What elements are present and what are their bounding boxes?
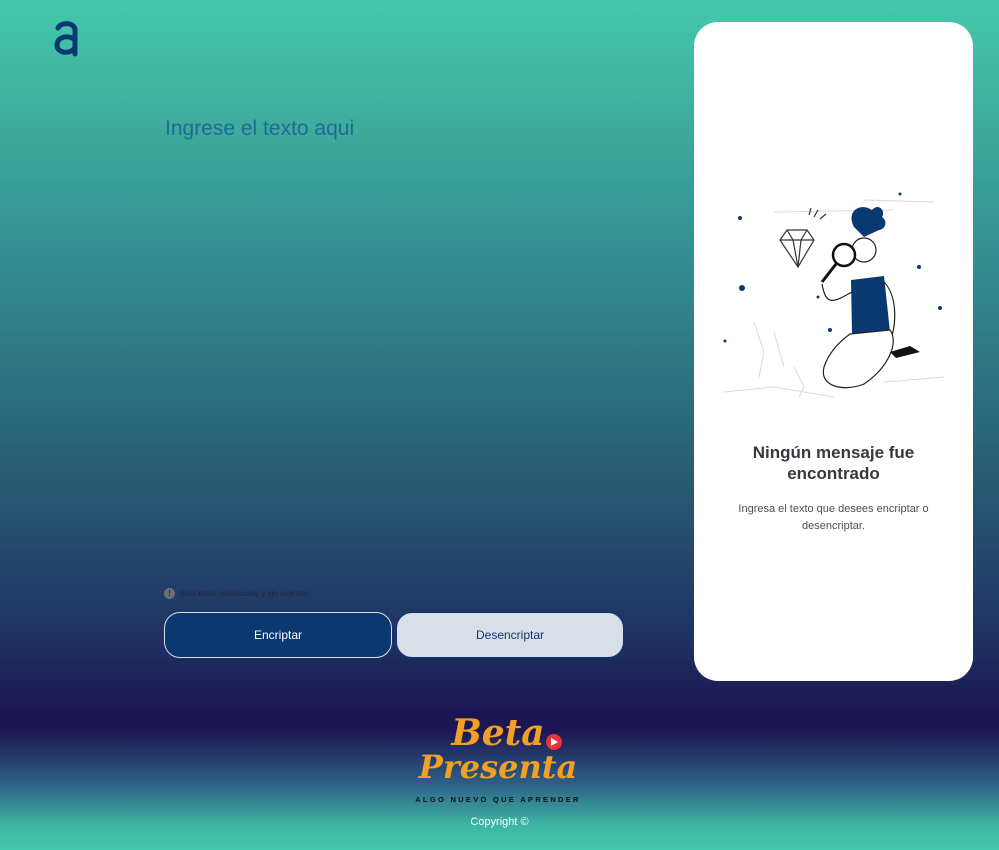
beta-presenta-logo: Beta Presenta ALGO NUEVO QUE APRENDER xyxy=(415,712,581,804)
empty-message-text: Ingresa el texto que desees encriptar o … xyxy=(738,503,929,532)
youtube-icon xyxy=(546,734,562,750)
empty-message-title: Ningún mensaje fue encontrado xyxy=(752,443,915,483)
message-input[interactable] xyxy=(165,117,635,557)
info-icon: ! xyxy=(164,588,175,599)
input-hint: ! Solo letras minúsculas y sin acentos xyxy=(164,588,308,599)
alura-logo-icon xyxy=(54,21,78,57)
person-with-magnifying-glass-illustration xyxy=(723,192,945,398)
brand-tagline: ALGO NUEVO QUE APRENDER xyxy=(415,795,581,804)
brand-line2: Presenta xyxy=(418,748,577,786)
decrypt-button[interactable]: Desencriptar xyxy=(396,612,624,658)
copyright-text: Copyright © xyxy=(470,816,529,828)
hint-text: Solo letras minúsculas y sin acentos xyxy=(179,589,308,598)
encrypt-button[interactable]: Encriptar xyxy=(164,612,392,658)
output-panel: Ningún mensaje fue encontrado Ingresa el… xyxy=(694,22,973,681)
